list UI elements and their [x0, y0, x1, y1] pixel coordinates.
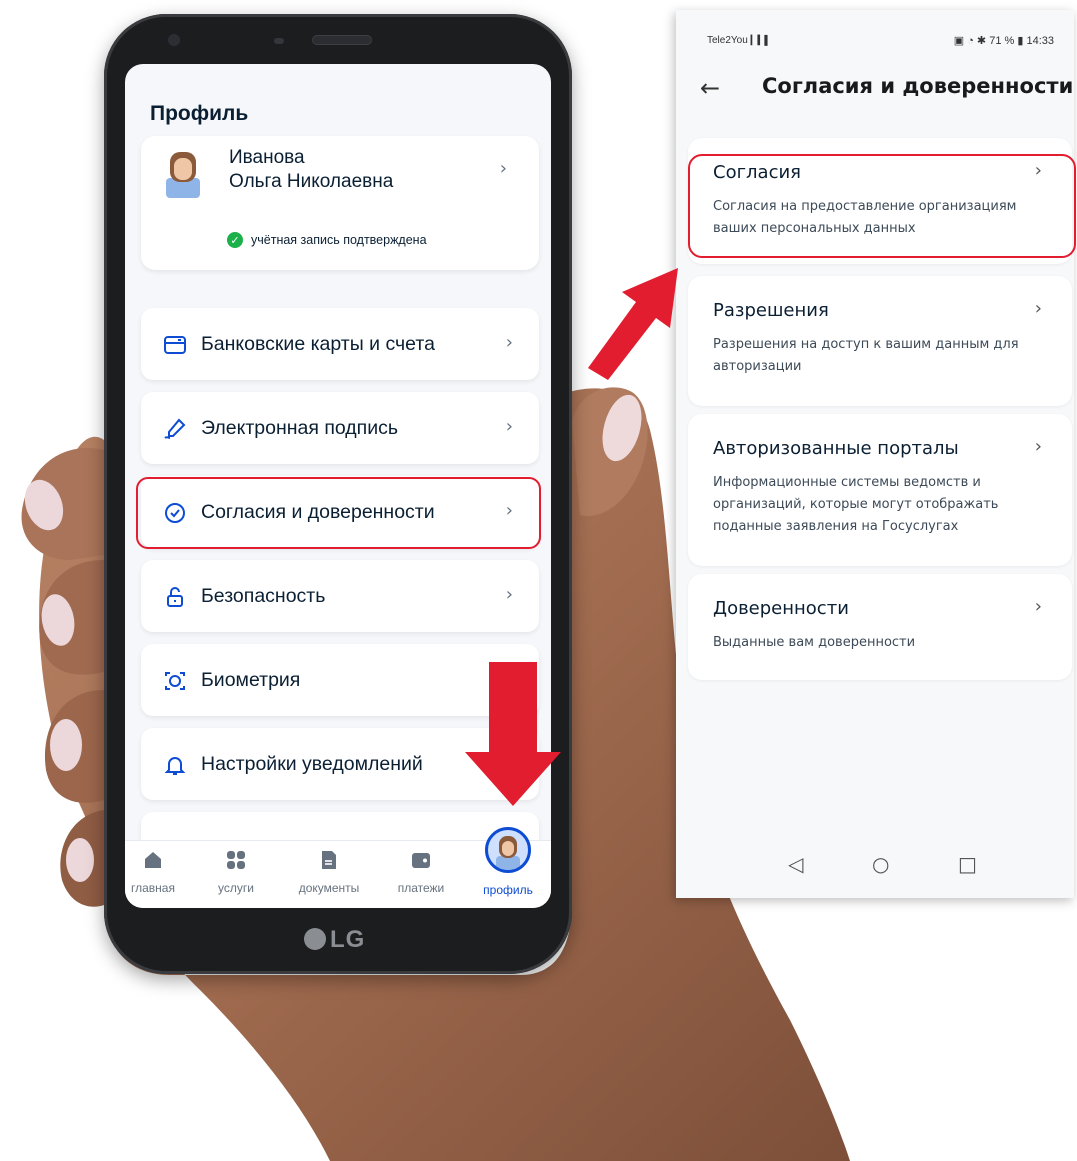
brand-name: LG: [330, 926, 366, 953]
home-icon: [145, 852, 161, 868]
grid-icon: [227, 851, 245, 869]
menu-item-e-signature[interactable]: Электронная подпись ›: [141, 392, 539, 464]
card-title: Авторизованные порталы: [713, 438, 959, 459]
profile-avatar-icon: [485, 827, 531, 873]
proximity-sensor: [274, 38, 284, 44]
highlight-consents-menu: [136, 477, 541, 549]
chevron-right-icon: ›: [505, 332, 513, 353]
card-powers-of-attorney[interactable]: Доверенности Выданные вам доверенности ›: [688, 574, 1072, 680]
menu-item-label: Электронная подпись: [201, 417, 399, 439]
user-last-name: Иванова: [229, 147, 305, 168]
tab-label: профиль: [483, 883, 533, 897]
card-description: Выданные вам доверенности: [713, 635, 916, 650]
tab-payments[interactable]: платежи: [381, 849, 461, 895]
recent-square-icon[interactable]: □: [958, 852, 977, 876]
front-camera: [168, 34, 180, 46]
earpiece-speaker: [312, 35, 372, 45]
carrier-name: Tele2You: [707, 35, 748, 46]
brand-logo: LG: [304, 926, 365, 954]
tab-label: платежи: [397, 881, 445, 895]
user-name: Иванова Ольга Николаевна: [229, 146, 393, 194]
lg-logo-icon: [304, 928, 326, 950]
card-description: Информационные системы ведомств и органи…: [713, 475, 999, 534]
back-arrow-icon[interactable]: ←: [700, 74, 720, 102]
tab-label: документы: [298, 881, 360, 895]
battery-icon: ▮: [1017, 35, 1024, 47]
card-permissions[interactable]: Разрешения Разрешения на доступ к вашим …: [688, 276, 1072, 406]
signature-pen-icon: [164, 418, 186, 439]
menu-item-label: Безопасность: [201, 585, 326, 607]
status-bar-right: ▣ ◔ ✱ 71 % ▮ 14:33: [954, 34, 1054, 47]
card-authorized-portals[interactable]: Авторизованные порталы Информационные си…: [688, 414, 1072, 566]
highlight-consents-card: [688, 154, 1076, 258]
diagonal-arrow-icon: [588, 268, 678, 380]
page-title: Профиль: [150, 102, 249, 125]
clock: 14:33: [1026, 35, 1054, 47]
chevron-right-icon: ›: [505, 416, 513, 437]
tab-documents[interactable]: документы: [289, 849, 369, 895]
bell-icon: [164, 757, 186, 775]
menu-item-label: Банковские карты и счета: [201, 333, 435, 355]
document-icon: [322, 851, 336, 869]
tab-label: услуги: [218, 881, 254, 895]
tab-label: главная: [131, 881, 175, 895]
user-avatar-icon: [166, 152, 200, 198]
tab-services[interactable]: услуги: [196, 849, 276, 895]
check-badge-icon: ✓: [227, 232, 243, 248]
chevron-right-icon: ›: [1034, 436, 1042, 457]
back-triangle-icon[interactable]: ◁: [788, 852, 803, 876]
bottom-tab-bar: главная услуги документы платежи профиль: [125, 827, 551, 908]
card-title: Разрешения: [713, 300, 829, 321]
verified-status: ✓ учётная запись подтверждена: [227, 232, 427, 248]
home-circle-icon[interactable]: ○: [872, 852, 889, 876]
menu-item-notifications[interactable]: Настройки уведомлений: [141, 728, 539, 800]
consents-screenshot-panel: Tele2You ▎▍▌ ▣ ◔ ✱ 71 % ▮ 14:33 ← Соглас…: [676, 10, 1074, 898]
bluetooth-icon: ✱: [976, 35, 987, 47]
status-bar-carrier: Tele2You ▎▍▌: [707, 35, 771, 46]
lock-open-icon: [167, 587, 183, 607]
chevron-right-icon: ›: [505, 584, 513, 605]
menu-item-label: Биометрия: [201, 669, 301, 691]
card-description: Разрешения на доступ к вашим данным для …: [713, 337, 1019, 374]
nfc-icon: ▣: [953, 35, 965, 47]
bank-card-icon: [164, 336, 186, 354]
chevron-right-icon: ›: [1034, 596, 1042, 617]
tab-home[interactable]: главная: [125, 849, 193, 895]
menu-item-label: Настройки уведомлений: [201, 753, 423, 775]
battery-level: 71 %: [989, 35, 1015, 47]
chevron-right-icon: ›: [1034, 298, 1042, 319]
menu-item-security[interactable]: Безопасность ›: [141, 560, 539, 632]
face-scan-icon: [165, 672, 185, 690]
user-first-middle-name: Ольга Николаевна: [229, 171, 394, 192]
tab-profile[interactable]: профиль: [468, 827, 548, 897]
card-title: Доверенности: [713, 598, 849, 619]
chevron-right-icon: ›: [499, 158, 507, 179]
panel-title: Согласия и доверенности: [762, 74, 1074, 98]
menu-item-bank-cards[interactable]: Банковские карты и счета ›: [141, 308, 539, 380]
signal-icon: ▎▍▌: [750, 35, 771, 45]
verified-status-label: учётная запись подтверждена: [251, 233, 427, 247]
wallet-icon: [412, 853, 430, 868]
profile-card[interactable]: Иванова Ольга Николаевна › ✓ учётная зап…: [141, 136, 539, 270]
menu-item-biometrics[interactable]: Биометрия: [141, 644, 539, 716]
alarm-icon: ◔: [967, 35, 974, 47]
